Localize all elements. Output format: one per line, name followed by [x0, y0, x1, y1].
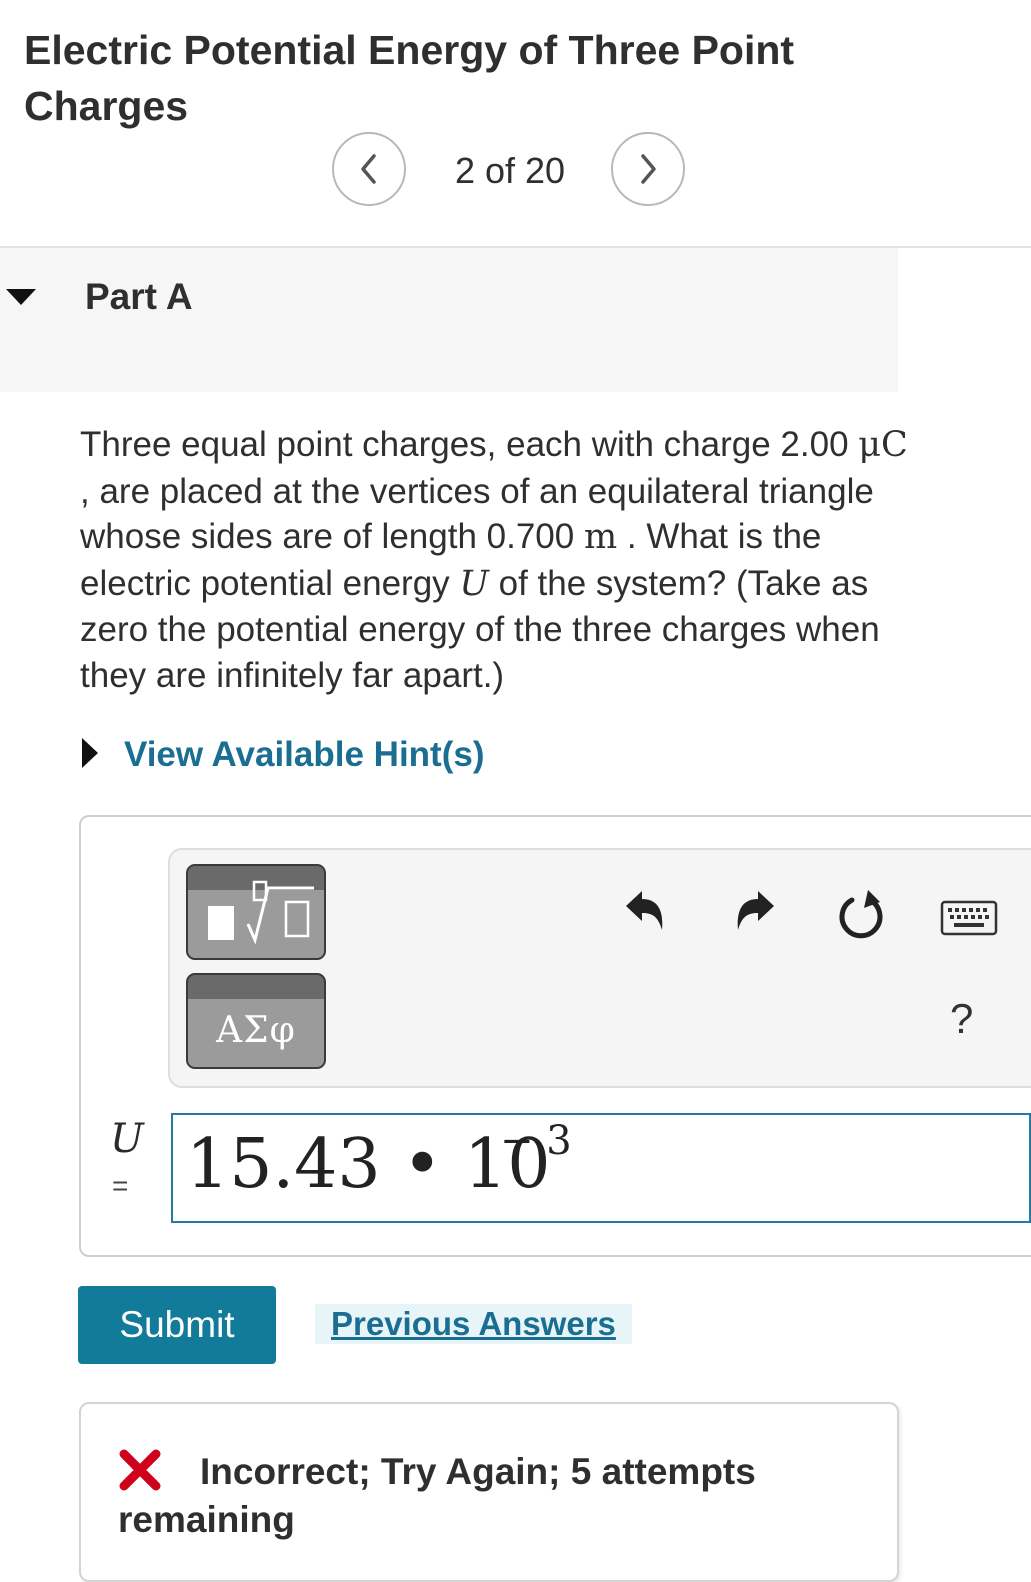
page-title: Electric Potential Energy of Three Point…	[24, 27, 795, 129]
previous-answers-link[interactable]: Previous Answers	[315, 1304, 632, 1344]
help-icon[interactable]: ?	[950, 995, 973, 1043]
view-hints-link[interactable]: View Available Hint(s)	[124, 735, 484, 775]
reset-icon[interactable]	[834, 888, 890, 944]
keyboard-icon[interactable]	[940, 900, 998, 936]
unit-microcoulomb: μC	[858, 425, 908, 465]
next-item-button[interactable]	[611, 132, 685, 206]
chevron-left-icon	[361, 154, 376, 184]
greek-letters-icon: ΑΣφ	[216, 1009, 296, 1051]
answer-mantissa: 15.43 • 10	[186, 1125, 551, 1204]
part-header[interactable]	[0, 248, 898, 392]
templates-button[interactable]	[186, 864, 326, 960]
unit-meter: m	[583, 517, 618, 557]
caret-down-icon[interactable]	[6, 289, 36, 307]
redo-icon[interactable]	[730, 886, 780, 936]
submit-button[interactable]: Submit	[78, 1286, 276, 1364]
undo-icon[interactable]	[620, 886, 670, 936]
previous-item-button[interactable]	[332, 132, 406, 206]
symbol-u: U	[459, 563, 489, 604]
feedback-message: Incorrect; Try Again; 5 attempts remaini…	[118, 1451, 756, 1540]
part-label: Part A	[85, 276, 193, 317]
answer-exponent: − 3	[500, 1118, 572, 1164]
item-counter: 2 of 20	[454, 150, 566, 191]
question-text: Three equal point charges, each with cha…	[80, 422, 920, 698]
equals-sign: =	[112, 1170, 129, 1201]
greek-letters-button[interactable]: ΑΣφ	[186, 973, 326, 1069]
chevron-right-icon	[641, 154, 656, 184]
caret-right-icon[interactable]	[80, 738, 100, 768]
answer-variable: U	[110, 1116, 144, 1162]
question-segment: Three equal point charges, each with cha…	[80, 425, 859, 464]
templates-icon	[208, 880, 314, 945]
